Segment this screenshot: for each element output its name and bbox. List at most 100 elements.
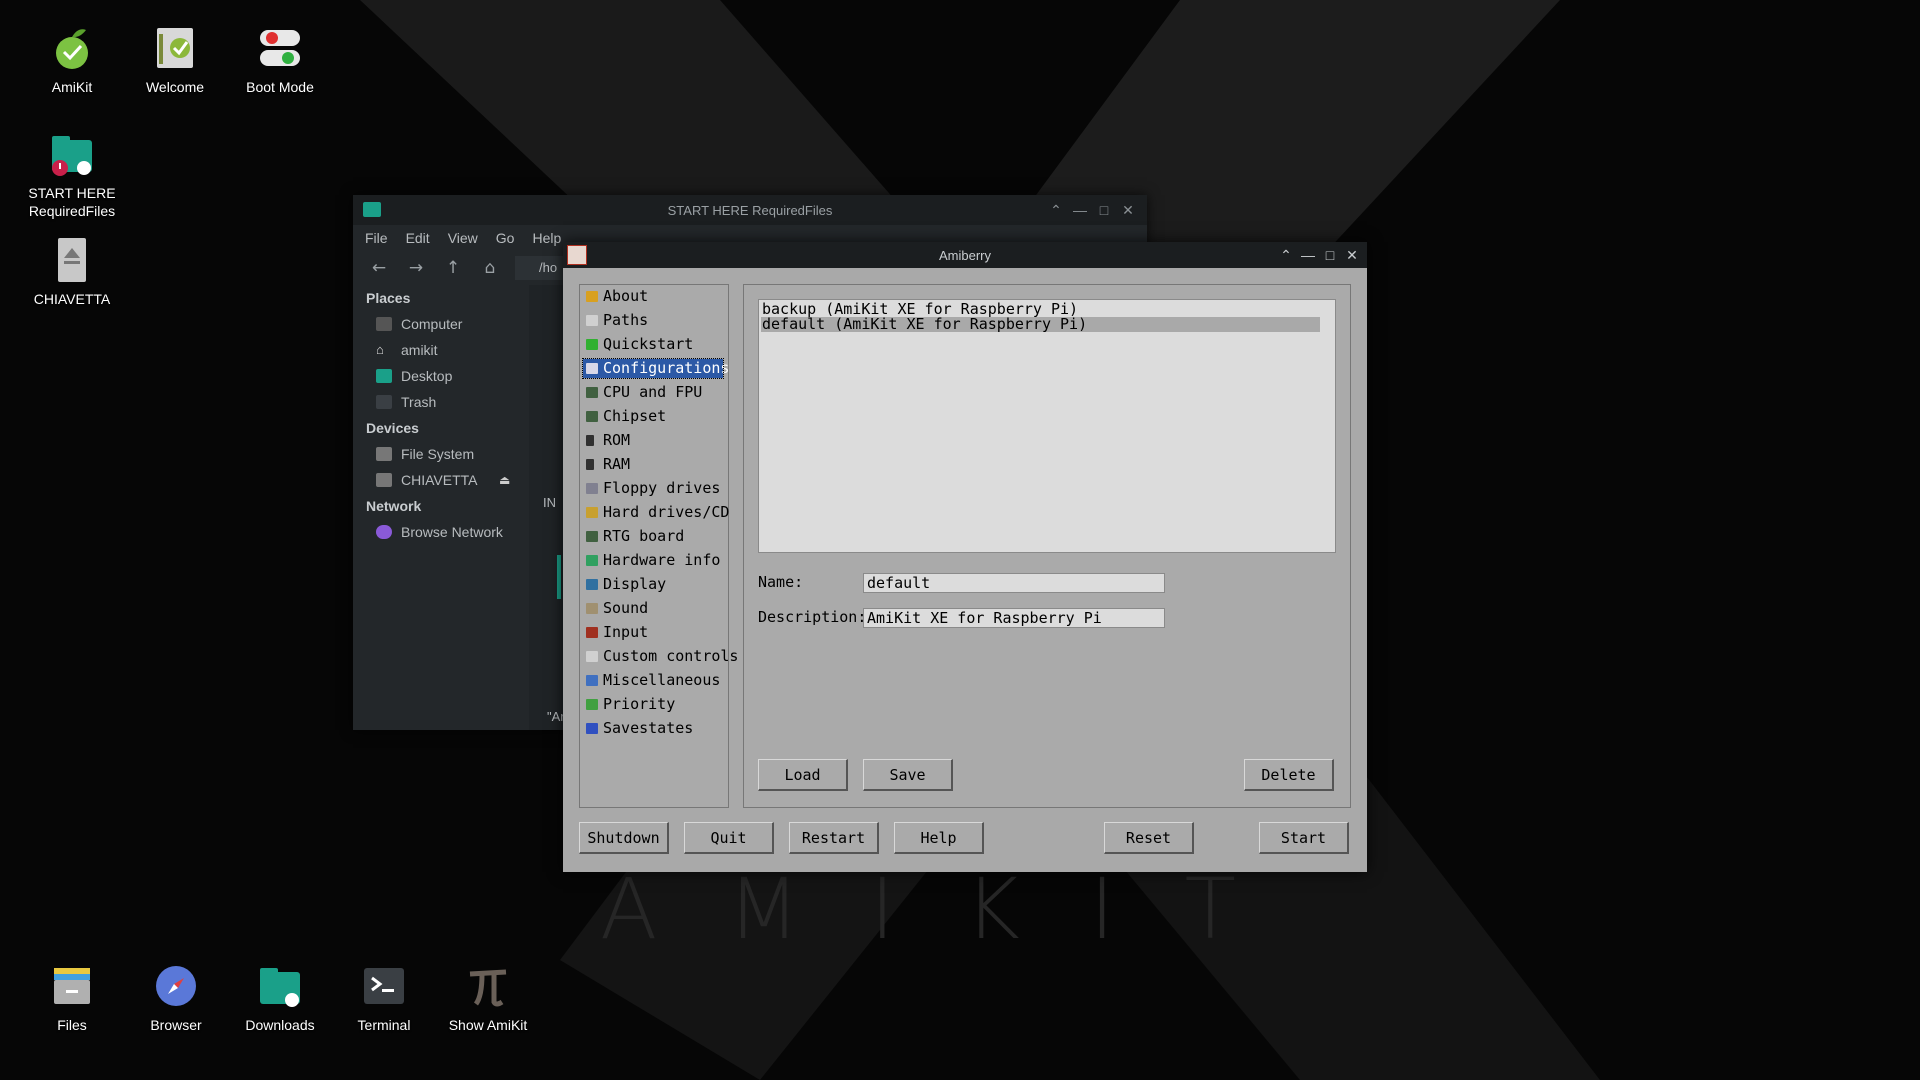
nav-hardware-info[interactable]: Hardware info	[583, 551, 723, 570]
menu-go[interactable]: Go	[496, 230, 515, 246]
maximize-button[interactable]: □	[1095, 201, 1113, 219]
sidebar-item-computer[interactable]: Computer	[353, 311, 529, 337]
nav-priority[interactable]: Priority	[583, 695, 723, 714]
sidebar-item-label: File System	[401, 446, 475, 462]
menu-edit[interactable]: Edit	[406, 230, 430, 246]
sidebar-section-network: Network	[366, 498, 422, 514]
maximize-button[interactable]: □	[1321, 246, 1339, 264]
nav-display[interactable]: Display	[583, 575, 723, 594]
sidebar-item-label: Browse Network	[401, 524, 503, 540]
close-button[interactable]: ✕	[1343, 246, 1361, 264]
restart-button[interactable]: Restart	[789, 822, 879, 854]
quit-button[interactable]: Quit	[684, 822, 774, 854]
nav-miscellaneous[interactable]: Miscellaneous	[583, 671, 723, 690]
menu-file[interactable]: File	[365, 230, 388, 246]
sidebar-section-devices: Devices	[366, 420, 419, 436]
list-item[interactable]: default (AmiKit XE for Raspberry Pi)	[761, 317, 1320, 332]
shutdown-button[interactable]: Shutdown	[579, 822, 669, 854]
help-button[interactable]: Help	[894, 822, 984, 854]
nav-rom[interactable]: ROM	[583, 431, 723, 450]
desktop-icon-label: START HERE RequiredFiles	[28, 185, 116, 219]
name-field[interactable]: default	[863, 573, 1165, 593]
partial-text: IN	[543, 495, 556, 510]
desktop-icon-amikit[interactable]: AmiKit	[22, 24, 122, 96]
file-manager-sidebar: Places Computer ⌂ amikit Desktop Trash De…	[353, 285, 529, 730]
nav-about[interactable]: About	[583, 287, 723, 306]
file-manager-titlebar[interactable]: START HERE RequiredFiles ⌃ — □ ✕	[353, 195, 1147, 225]
eject-icon[interactable]: ⏏	[499, 467, 510, 493]
sidebar-item-browse-network[interactable]: Browse Network	[353, 519, 529, 545]
nav-custom-controls[interactable]: Custom controls	[583, 647, 738, 666]
name-label: Name:	[758, 573, 804, 591]
chevron-up-icon[interactable]: ⌃	[1277, 246, 1295, 264]
sidebar-item-desktop[interactable]: Desktop	[353, 363, 529, 389]
nav-rtg-board[interactable]: RTG board	[583, 527, 723, 546]
graphics-card-icon	[586, 531, 598, 542]
reset-button[interactable]: Reset	[1104, 822, 1194, 854]
window-title: Amiberry	[938, 248, 991, 263]
minimize-button[interactable]: —	[1299, 246, 1317, 264]
wallpaper-logo-text: AMIKIT	[600, 860, 1306, 958]
nav-sound[interactable]: Sound	[583, 599, 723, 618]
usb-drive-icon	[376, 473, 392, 487]
desktop-icon-label: AmiKit	[51, 79, 93, 95]
priority-icon	[586, 699, 598, 710]
desktop-icon-start-here[interactable]: START HERE RequiredFiles	[22, 130, 122, 220]
monitor-icon	[376, 317, 392, 331]
nav-label: Chipset	[603, 407, 667, 425]
sidebar-item-file-system[interactable]: File System	[353, 441, 529, 467]
amiberry-window[interactable]: Amiberry ⌃ — □ ✕ About Paths Quickstart …	[563, 242, 1367, 872]
config-file-icon	[586, 363, 598, 374]
delete-button[interactable]: Delete	[1244, 759, 1334, 791]
nav-cpu-fpu[interactable]: CPU and FPU	[583, 383, 723, 402]
save-button[interactable]: Save	[863, 759, 953, 791]
sidebar-item-trash[interactable]: Trash	[353, 389, 529, 415]
folder-link-icon	[256, 962, 304, 1010]
nav-hard-drives-cd[interactable]: Hard drives/CD	[583, 503, 729, 522]
dock-icon-browser[interactable]: Browser	[126, 962, 226, 1034]
nav-paths[interactable]: Paths	[583, 311, 723, 330]
folder-link-icon	[48, 130, 96, 178]
desktop-icon-chiavetta[interactable]: CHIAVETTA	[22, 236, 122, 308]
nav-input[interactable]: Input	[583, 623, 723, 642]
hardware-icon	[586, 555, 598, 566]
home-icon[interactable]: ⌂	[478, 257, 502, 279]
disk-icon	[376, 447, 392, 461]
nav-savestates[interactable]: Savestates	[583, 719, 723, 738]
sidebar-item-chiavetta[interactable]: CHIAVETTA ⏏	[353, 467, 529, 493]
selection-accent-bar	[557, 555, 561, 599]
load-button[interactable]: Load	[758, 759, 848, 791]
document-icon	[151, 24, 199, 72]
nav-chipset[interactable]: Chipset	[583, 407, 723, 426]
sidebar-section-places: Places	[366, 290, 411, 306]
desktop-icon-welcome[interactable]: Welcome	[125, 24, 225, 96]
checkmark-icon	[586, 291, 598, 302]
config-list[interactable]: backup (AmiKit XE for Raspberry Pi) defa…	[758, 299, 1336, 553]
nav-floppy-drives[interactable]: Floppy drives	[583, 479, 723, 498]
dock-icon-show-amikit[interactable]: Show AmiKit	[438, 962, 538, 1034]
start-button[interactable]: Start	[1259, 822, 1349, 854]
close-button[interactable]: ✕	[1119, 201, 1137, 219]
desktop-icon-label: Boot Mode	[246, 79, 314, 95]
up-arrow-icon[interactable]: ↑	[441, 257, 465, 279]
nav-ram[interactable]: RAM	[583, 455, 723, 474]
dock-icon-files[interactable]: Files	[22, 962, 122, 1034]
back-arrow-icon[interactable]: ←	[367, 257, 391, 279]
maximize-up-icon[interactable]: ⌃	[1047, 201, 1065, 219]
sidebar-item-amikit[interactable]: ⌂ amikit	[353, 337, 529, 363]
menu-view[interactable]: View	[448, 230, 478, 246]
amiberry-titlebar[interactable]: Amiberry ⌃ — □ ✕	[563, 242, 1367, 268]
forward-arrow-icon[interactable]: →	[404, 257, 428, 279]
nav-configurations[interactable]: Configurations	[582, 358, 729, 379]
dock-icon-terminal[interactable]: Terminal	[334, 962, 434, 1034]
desktop-icon-boot-mode[interactable]: Boot Mode	[230, 24, 330, 96]
dock-icon-downloads[interactable]: Downloads	[230, 962, 330, 1034]
chip-icon	[586, 411, 598, 422]
description-field[interactable]: AmiKit XE for Raspberry Pi	[863, 608, 1165, 628]
menu-help[interactable]: Help	[532, 230, 561, 246]
files-icon	[48, 962, 96, 1010]
network-globe-icon	[376, 525, 392, 539]
minimize-button[interactable]: —	[1071, 201, 1089, 219]
nav-label: Display	[603, 575, 667, 593]
nav-quickstart[interactable]: Quickstart	[583, 335, 723, 354]
